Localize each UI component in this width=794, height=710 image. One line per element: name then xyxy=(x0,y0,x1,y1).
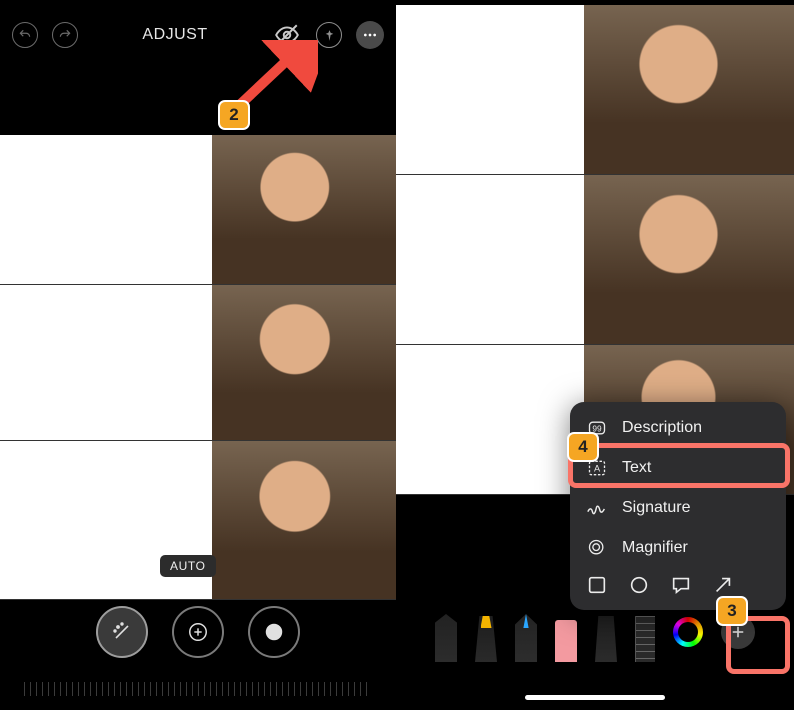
ruler-tool[interactable] xyxy=(635,612,655,662)
auto-label: AUTO xyxy=(160,555,216,577)
menu-item-description[interactable]: 99 Description xyxy=(570,408,786,448)
step-badge-4: 4 xyxy=(567,432,599,462)
pencil-tool[interactable] xyxy=(515,612,537,662)
lasso-tool[interactable] xyxy=(595,612,617,662)
arrow-shape-button[interactable] xyxy=(712,574,734,596)
adjust-controls xyxy=(0,592,396,672)
more-button[interactable] xyxy=(356,21,384,49)
markup-button[interactable] xyxy=(316,22,342,48)
svg-text:A: A xyxy=(594,463,601,473)
home-indicator xyxy=(525,695,665,700)
brilliance-button[interactable] xyxy=(248,606,300,658)
auto-enhance-button[interactable] xyxy=(96,606,148,658)
square-shape-button[interactable] xyxy=(586,574,608,596)
pen-tool[interactable] xyxy=(435,612,457,662)
panel-title: ADJUST xyxy=(142,26,207,44)
menu-item-label: Magnifier xyxy=(622,539,688,557)
color-picker-button[interactable] xyxy=(673,617,703,647)
top-toolbar-left: ADJUST xyxy=(0,0,396,70)
menu-item-magnifier[interactable]: Magnifier xyxy=(570,528,786,568)
step-badge-2: 2 xyxy=(218,100,250,130)
speech-bubble-shape-button[interactable] xyxy=(670,574,692,596)
menu-item-label: Description xyxy=(622,419,702,437)
magnifier-icon xyxy=(586,537,608,559)
signature-icon xyxy=(586,497,608,519)
image-canvas-left[interactable] xyxy=(0,135,396,600)
shape-row xyxy=(570,568,786,604)
menu-item-signature[interactable]: Signature xyxy=(570,488,786,528)
exposure-button[interactable] xyxy=(172,606,224,658)
adjustment-slider[interactable] xyxy=(24,682,372,696)
circle-shape-button[interactable] xyxy=(628,574,650,596)
marker-tool[interactable] xyxy=(475,612,497,662)
menu-item-text[interactable]: A Text xyxy=(570,448,786,488)
menu-item-label: Text xyxy=(622,459,651,477)
redo-button[interactable] xyxy=(52,22,78,48)
visibility-toggle-icon[interactable] xyxy=(272,20,302,50)
step-badge-3: 3 xyxy=(716,596,748,626)
markup-add-menu: 99 Description A Text Signature Magnifie… xyxy=(570,402,786,610)
menu-item-label: Signature xyxy=(622,499,691,517)
eraser-tool[interactable] xyxy=(555,612,577,662)
undo-button[interactable] xyxy=(12,22,38,48)
